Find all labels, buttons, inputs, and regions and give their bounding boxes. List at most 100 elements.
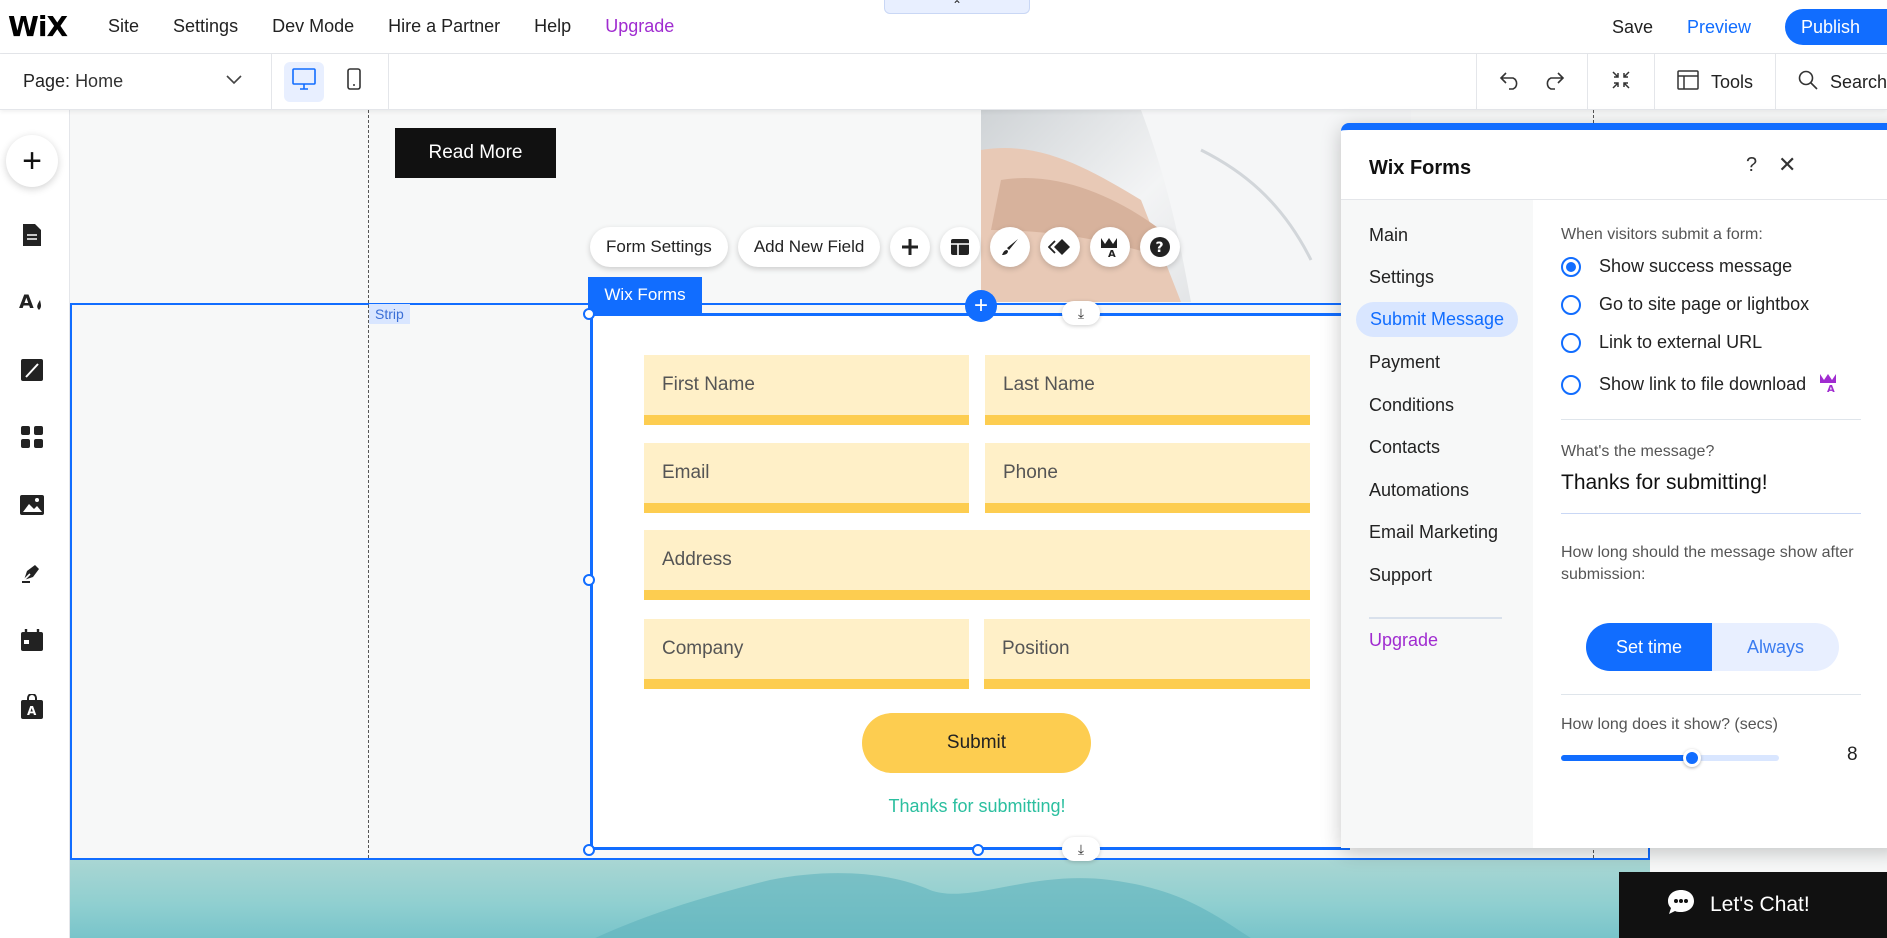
address-field[interactable]: Address [644, 530, 1310, 600]
resize-handle-bottom-left[interactable] [583, 844, 595, 856]
pages-menu-icon[interactable] [18, 221, 46, 249]
tools-label: Tools [1710, 71, 1753, 92]
slider-thumb[interactable] [1682, 749, 1701, 767]
page-selector-value: Home [75, 71, 124, 91]
chat-label: Let's Chat! [1710, 893, 1810, 916]
blog-pen-icon[interactable] [18, 558, 46, 586]
svg-text:A: A [27, 704, 37, 718]
background-icon[interactable] [18, 356, 46, 384]
menu-settings[interactable]: Settings [173, 16, 238, 37]
menu-help[interactable]: Help [534, 16, 571, 37]
panel-nav-settings[interactable]: Settings [1369, 267, 1434, 288]
success-message-text: Thanks for submitting! [888, 796, 1066, 816]
search-button[interactable]: Search [1775, 54, 1887, 110]
resize-handle-bottom[interactable] [972, 844, 984, 856]
seconds-value[interactable]: 8 [1847, 744, 1858, 766]
media-image-icon[interactable] [18, 491, 46, 519]
panel-nav-submit-message[interactable]: Submit Message [1356, 302, 1519, 337]
tools-button[interactable]: Tools [1653, 54, 1775, 110]
bottom-landscape-image[interactable] [70, 860, 1650, 938]
first-name-field[interactable]: First Name [644, 355, 969, 425]
desktop-view-button[interactable] [284, 61, 324, 102]
radio-file-download[interactable]: Show link to file download A [1561, 371, 1840, 398]
form-floating-toolbar: Form Settings Add New Field A ? [590, 227, 1181, 267]
add-new-field-button[interactable]: Add New Field [737, 227, 881, 267]
panel-nav-support[interactable]: Support [1369, 565, 1432, 586]
submit-button[interactable]: Submit [862, 713, 1091, 773]
radio-icon [1561, 374, 1581, 395]
when-visitors-label: When visitors submit a form: [1561, 226, 1763, 243]
panel-nav-main[interactable]: Main [1369, 225, 1408, 246]
panel-nav-conditions[interactable]: Conditions [1369, 395, 1454, 416]
add-icon[interactable] [890, 227, 931, 267]
top-bar: WiX Site Settings Dev Mode Hire a Partne… [0, 0, 1887, 54]
design-theme-icon[interactable]: A [18, 288, 46, 316]
help-icon[interactable]: ? [1140, 227, 1181, 267]
message-input[interactable]: Thanks for submitting! [1561, 471, 1861, 495]
menu-site[interactable]: Site [108, 16, 139, 37]
svg-text:A: A [19, 291, 34, 313]
redo-icon[interactable] [1543, 70, 1565, 95]
add-section-button[interactable]: + [965, 290, 997, 322]
radio-external-url[interactable]: Link to external URL [1561, 332, 1762, 353]
seconds-label: How long does it show? (secs) [1561, 716, 1778, 733]
menu-dev-mode[interactable]: Dev Mode [272, 16, 354, 37]
stretch-anchor-bottom[interactable]: ⤓ [1062, 837, 1100, 861]
lets-chat-button[interactable]: Let's Chat! [1619, 872, 1887, 938]
apps-grid-icon[interactable] [18, 423, 46, 451]
resize-handle-top-left[interactable] [583, 308, 595, 320]
page-selector[interactable]: Page: Home [0, 53, 272, 110]
collapse-topbar-button[interactable]: ⌃ [884, 0, 1030, 14]
upgrade-premium-icon[interactable]: A [1090, 227, 1131, 267]
layout-icon[interactable] [940, 227, 981, 267]
help-icon[interactable]: ? [1746, 154, 1757, 177]
close-icon[interactable]: ✕ [1778, 152, 1796, 178]
page-selector-label: Page: [23, 71, 71, 91]
last-name-field[interactable]: Last Name [985, 355, 1310, 425]
panel-nav-automations[interactable]: Automations [1369, 480, 1469, 501]
slider-fill [1561, 755, 1692, 761]
phone-field[interactable]: Phone [985, 443, 1310, 513]
stretch-anchor-top[interactable]: ⤓ [1062, 301, 1100, 325]
panel-nav-payment[interactable]: Payment [1369, 352, 1440, 373]
email-field[interactable]: Email [644, 443, 969, 513]
save-button[interactable]: Save [1612, 17, 1653, 38]
zoom-out-button[interactable] [1586, 54, 1654, 110]
panel-nav-upgrade[interactable]: Upgrade [1369, 630, 1438, 651]
message-label: What's the message? [1561, 443, 1715, 460]
radio-show-success-label: Show success message [1599, 256, 1793, 276]
always-button[interactable]: Always [1712, 623, 1839, 671]
animation-icon[interactable] [1040, 227, 1081, 267]
set-time-button[interactable]: Set time [1586, 623, 1712, 671]
panel-nav-contacts[interactable]: Contacts [1369, 437, 1440, 458]
mobile-view-button[interactable] [334, 62, 374, 102]
wix-forms-panel: Wix Forms ? ✕ Main Settings Submit Messa… [1341, 123, 1887, 848]
resize-handle-left[interactable] [583, 574, 595, 586]
duration-label: How long should the message show after s… [1561, 544, 1854, 583]
wix-forms-tag[interactable]: Wix Forms [588, 277, 702, 313]
mobile-icon [347, 68, 361, 95]
collapse-arrows-icon [1610, 69, 1632, 96]
radio-site-page[interactable]: Go to site page or lightbox [1561, 294, 1809, 315]
left-toolbar: + A A [0, 110, 70, 938]
top-actions: Save Preview Publish [1612, 9, 1887, 45]
panel-nav-email-marketing[interactable]: Email Marketing [1369, 522, 1498, 543]
radio-show-success[interactable]: Show success message [1561, 256, 1792, 277]
position-field[interactable]: Position [984, 619, 1310, 689]
form-settings-button[interactable]: Form Settings [590, 227, 728, 267]
undo-icon[interactable] [1499, 70, 1521, 95]
design-brush-icon[interactable] [990, 227, 1031, 267]
publish-button[interactable]: Publish [1785, 9, 1887, 45]
read-more-button[interactable]: Read More [395, 128, 556, 178]
panel-nav: Main Settings Submit Message Payment Con… [1341, 200, 1533, 848]
preview-button[interactable]: Preview [1687, 17, 1751, 38]
seconds-slider[interactable] [1561, 748, 1779, 768]
menu-upgrade[interactable]: Upgrade [605, 16, 674, 37]
company-field[interactable]: Company [644, 619, 969, 689]
add-elements-button[interactable]: + [6, 135, 58, 187]
bookings-calendar-icon[interactable] [18, 626, 46, 654]
wix-app-market-icon[interactable]: A [18, 693, 46, 721]
strip-label: Strip [369, 304, 410, 324]
menu-hire-partner[interactable]: Hire a Partner [388, 16, 500, 37]
wix-logo[interactable]: WiX [8, 10, 108, 43]
